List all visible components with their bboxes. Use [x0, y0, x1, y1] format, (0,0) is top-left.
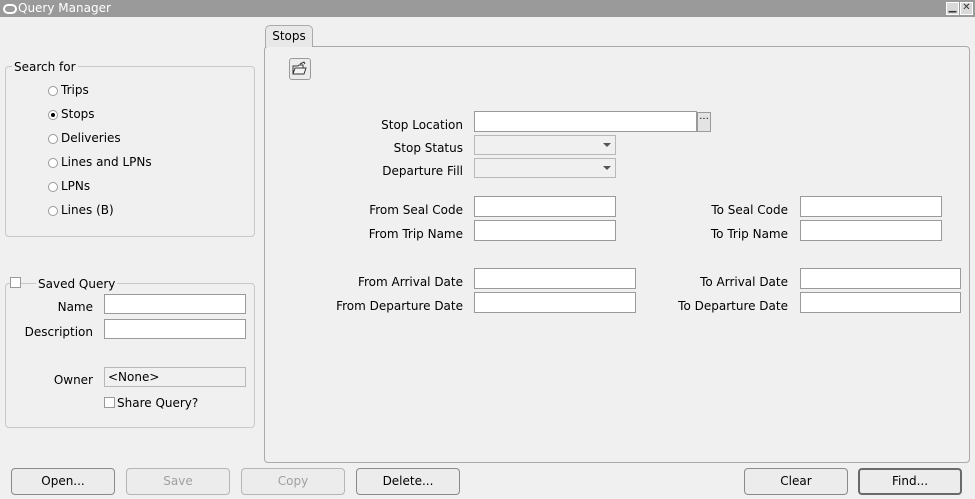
- saved-query-checkbox[interactable]: [10, 277, 21, 288]
- radio-button[interactable]: [48, 158, 58, 168]
- dropdown-arrow-icon: [603, 166, 611, 170]
- title-bar: Query Manager ▁ ✕: [0, 0, 975, 17]
- description-field[interactable]: [104, 319, 246, 339]
- name-label: Name: [57, 300, 93, 314]
- to-arrival-date-label: To Arrival Date: [700, 275, 788, 289]
- to-trip-name-label: To Trip Name: [710, 227, 788, 241]
- departure-fill-dropdown[interactable]: [474, 158, 616, 178]
- stops-tab-panel: [264, 46, 970, 463]
- clear-button[interactable]: Clear: [744, 468, 848, 495]
- departure-fill-label: Departure Fill: [382, 164, 463, 178]
- radio-label-deliveries: Deliveries: [61, 131, 121, 145]
- share-query-checkbox[interactable]: [104, 397, 115, 408]
- to-departure-date-field[interactable]: [800, 292, 961, 313]
- to-arrival-date-field[interactable]: [800, 268, 961, 289]
- from-arrival-date-label: From Arrival Date: [357, 275, 463, 289]
- radio-button-selected[interactable]: [48, 110, 58, 120]
- open-folder-button[interactable]: [289, 58, 311, 80]
- radio-label-lines-and-lpns: Lines and LPNs: [61, 155, 152, 169]
- from-trip-name-label: From Trip Name: [368, 227, 463, 241]
- save-button[interactable]: Save: [126, 468, 230, 495]
- radio-button[interactable]: [48, 206, 58, 216]
- open-folder-icon: [292, 61, 307, 75]
- radio-label-lines-b: Lines (B): [61, 203, 114, 217]
- name-field[interactable]: [104, 294, 246, 314]
- dropdown-arrow-icon: [603, 143, 611, 147]
- window-title: Query Manager: [18, 1, 111, 15]
- to-seal-code-field[interactable]: [800, 196, 942, 217]
- from-seal-code-field[interactable]: [474, 196, 616, 217]
- stop-status-dropdown[interactable]: [474, 135, 616, 155]
- close-button[interactable]: ✕: [960, 2, 973, 15]
- to-seal-code-label: To Seal Code: [711, 203, 788, 217]
- tab-stops[interactable]: Stops: [265, 25, 313, 47]
- from-seal-code-label: From Seal Code: [369, 203, 463, 217]
- search-for-group: [5, 66, 255, 237]
- owner-label: Owner: [53, 373, 93, 387]
- owner-field: <None>: [104, 367, 246, 387]
- stop-status-label: Stop Status: [393, 141, 463, 155]
- from-departure-date-field[interactable]: [474, 292, 636, 313]
- to-trip-name-field[interactable]: [800, 220, 942, 241]
- search-for-legend: Search for: [12, 60, 78, 74]
- copy-button[interactable]: Copy: [241, 468, 345, 495]
- share-query-label: Share Query?: [117, 396, 199, 410]
- open-button[interactable]: Open...: [11, 468, 115, 495]
- radio-button[interactable]: [48, 86, 58, 96]
- radio-label-stops: Stops: [61, 107, 95, 121]
- radio-button[interactable]: [48, 134, 58, 144]
- from-arrival-date-field[interactable]: [474, 268, 636, 289]
- find-button[interactable]: Find...: [858, 468, 962, 495]
- to-departure-date-label: To Departure Date: [678, 299, 788, 313]
- radio-label-trips: Trips: [61, 83, 89, 97]
- from-trip-name-field[interactable]: [474, 220, 616, 241]
- app-logo-icon: [3, 4, 17, 14]
- radio-button[interactable]: [48, 182, 58, 192]
- minimize-button[interactable]: ▁: [946, 2, 959, 15]
- stop-location-label: Stop Location: [381, 118, 463, 132]
- delete-button[interactable]: Delete...: [356, 468, 460, 495]
- saved-query-legend: Saved Query: [36, 277, 118, 291]
- description-label: Description: [24, 325, 93, 339]
- stop-location-lov-button[interactable]: ···: [697, 112, 711, 132]
- from-departure-date-label: From Departure Date: [336, 299, 463, 313]
- stop-location-field[interactable]: [474, 111, 697, 132]
- radio-label-lpns: LPNs: [61, 179, 91, 193]
